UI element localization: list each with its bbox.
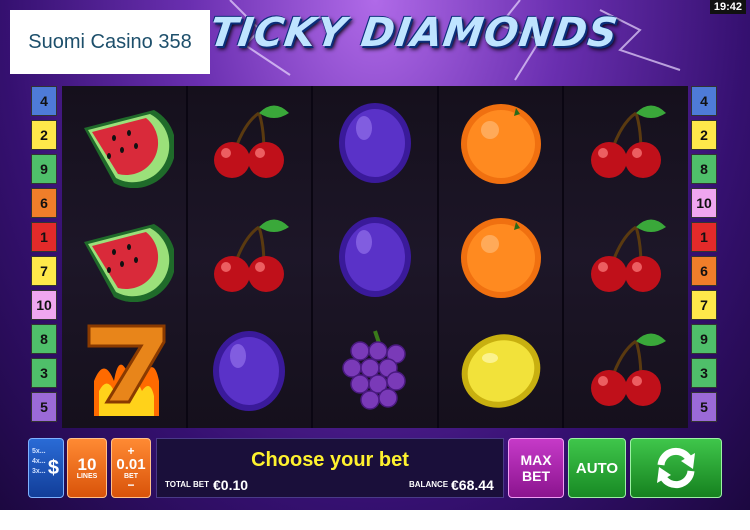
payline-5: 5 [31,392,57,422]
clock: 19:42 [709,0,746,14]
max-bet-label-1: MAX [520,452,552,468]
max-bet-button[interactable]: MAX BET [508,438,564,498]
payline-3: 3 [691,358,717,388]
balance-label: BALANCE [409,480,449,489]
payline-9: 9 [691,324,717,354]
brand-banner: Suomi Casino 358 [10,10,210,74]
payline-2: 2 [691,120,717,150]
plum-icon [188,314,312,428]
control-bar: 5x... 4x... 3x... $ 10 LINES + 0.01 BET … [28,434,722,506]
cherry-icon [564,200,688,314]
plum-icon [313,200,437,314]
reel-5 [564,86,688,428]
bet-increase-icon[interactable]: + [127,445,134,457]
dollar-icon: $ [47,457,59,479]
slot-game: TICKY DIAMONDS 19:42 4 2 9 6 1 7 10 8 3 5 4 2 8 10 1 6… [0,0,750,510]
payline-8: 8 [31,324,57,354]
payline-10: 10 [691,188,717,218]
payline-9: 9 [31,154,57,184]
payline-4: 4 [691,86,717,116]
payline-1: 1 [31,222,57,252]
denom-line: 5x... [32,448,46,455]
plum-icon [313,86,437,200]
payline-5: 5 [691,392,717,422]
payline-3: 3 [31,358,57,388]
lines-value: 10 [77,455,97,474]
bet-value: 0.01 [116,456,146,473]
cherry-icon [564,86,688,200]
payline-indicators-left: 4 2 9 6 1 7 10 8 3 5 [31,86,57,426]
payline-6: 6 [691,256,717,286]
reel-1 [62,86,186,428]
cherry-icon [188,86,312,200]
orange-icon [439,86,563,200]
lines-label: LINES [76,473,98,480]
reel-4 [438,86,563,428]
balance-value: €68.44 [451,477,494,493]
bottom-strip [0,510,750,530]
payline-indicators-right: 4 2 8 10 1 6 7 9 3 5 [691,86,717,426]
reel-3 [313,86,437,428]
seven-icon [62,314,186,428]
reels-area [62,86,688,428]
autoplay-button[interactable]: AUTO [568,438,626,498]
bet-button[interactable]: + 0.01 BET − [111,438,151,498]
brand-name: Suomi Casino 358 [28,30,192,53]
denomination-button[interactable]: 5x... 4x... 3x... $ [28,438,64,498]
total-bet-label: TOTAL BET [165,480,209,489]
payline-4: 4 [31,86,57,116]
game-title: TICKY DIAMONDS [206,10,621,56]
max-bet-label-2: BET [522,468,550,484]
reel-2 [187,86,312,428]
payline-8: 8 [691,154,717,184]
info-panel: Choose your bet TOTAL BET €0.10 BALANCE … [156,438,504,498]
payline-2: 2 [31,120,57,150]
payline-7: 7 [31,256,57,286]
autoplay-label: AUTO [575,459,619,477]
watermelon-icon [62,86,186,200]
cherry-icon [564,314,688,428]
bet-decrease-icon[interactable]: − [127,479,134,491]
payline-6: 6 [31,188,57,218]
total-bet-value: €0.10 [213,477,249,493]
spin-button[interactable] [630,438,722,498]
orange-icon [439,200,563,314]
payline-7: 7 [691,290,717,320]
denom-line: 4x... [32,458,46,465]
grapes-icon [313,314,437,428]
denom-line: 3x... [32,468,46,475]
status-message: Choose your bet [251,449,409,471]
lemon-icon [439,314,563,428]
watermelon-icon [62,200,186,314]
lines-button[interactable]: 10 LINES [67,438,107,498]
spin-arrows-icon [657,447,695,489]
payline-1: 1 [691,222,717,252]
payline-10: 10 [31,290,57,320]
cherry-icon [188,200,312,314]
